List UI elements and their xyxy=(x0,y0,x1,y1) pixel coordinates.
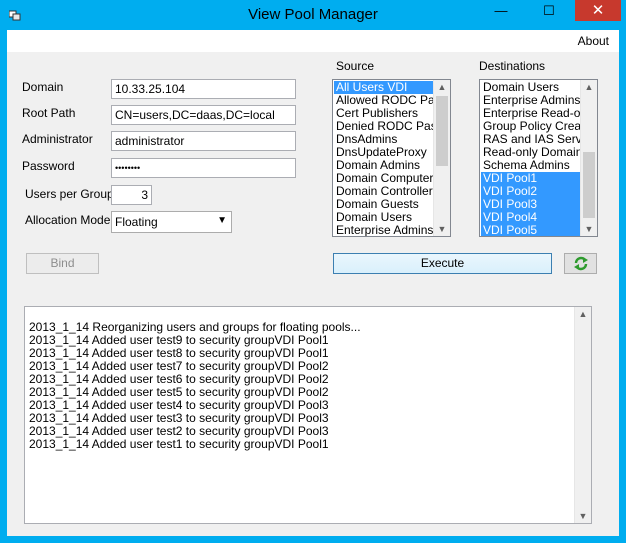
scroll-down-icon[interactable]: ▼ xyxy=(434,222,450,236)
scroll-up-icon[interactable]: ▲ xyxy=(434,80,450,94)
destination-list-item[interactable]: VDI Pool1 xyxy=(481,172,580,185)
source-list-item[interactable]: Domain Computers xyxy=(334,172,433,185)
users-per-group-input[interactable]: 3 xyxy=(111,185,152,205)
source-list-item[interactable]: Denied RODC Passv xyxy=(334,120,433,133)
refresh-icon xyxy=(574,256,588,271)
source-list-item[interactable]: DnsUpdateProxy xyxy=(334,146,433,159)
destinations-items: Domain Users Enterprise Admins Enterprise … xyxy=(481,81,580,236)
log-lines: 2013_1_14 Reorganizing users and groups … xyxy=(29,321,361,451)
execute-button[interactable]: Execute xyxy=(333,253,552,274)
log-output[interactable]: 2013_1_14 Reorganizing users and groups … xyxy=(24,306,592,524)
root-path-input[interactable]: CN=users,DC=daas,DC=local xyxy=(111,105,296,125)
administrator-input[interactable]: administrator xyxy=(111,131,296,151)
menu-about[interactable]: About xyxy=(578,34,609,48)
source-list-item[interactable]: All Users VDI xyxy=(334,81,433,94)
root-path-label: Root Path xyxy=(22,106,76,120)
scroll-down-icon[interactable]: ▼ xyxy=(581,222,597,236)
scroll-thumb[interactable] xyxy=(583,152,595,218)
destination-list-item[interactable]: VDI Pool3 xyxy=(481,198,580,211)
source-list-item[interactable]: Cert Publishers xyxy=(334,107,433,120)
scroll-up-icon[interactable]: ▲ xyxy=(575,307,591,321)
client-area: About Domain 10.33.25.104 Root Path CN=u… xyxy=(7,30,619,536)
source-list-item[interactable]: Domain Admins xyxy=(334,159,433,172)
password-input[interactable]: •••••••• xyxy=(111,158,296,178)
administrator-label: Administrator xyxy=(22,132,93,146)
title-bar[interactable]: View Pool Manager — ☐ ✕ xyxy=(0,0,626,30)
maximize-button[interactable]: ☐ xyxy=(526,0,572,21)
destinations-scrollbar[interactable]: ▲ ▼ xyxy=(580,80,597,236)
source-list-item[interactable]: Domain Guests xyxy=(334,198,433,211)
source-scrollbar[interactable]: ▲ ▼ xyxy=(433,80,450,236)
window-frame: View Pool Manager — ☐ ✕ About Domain 10.… xyxy=(0,0,626,543)
destination-list-item[interactable]: VDI Pool2 xyxy=(481,185,580,198)
chevron-down-icon: ▼ xyxy=(217,215,227,226)
refresh-button[interactable] xyxy=(564,253,597,274)
menu-bar: About xyxy=(7,30,619,52)
destination-list-item[interactable]: VDI Pool4 xyxy=(481,211,580,224)
allocation-model-value: Floating xyxy=(115,215,158,229)
destination-list-item[interactable]: RAS and IAS Server xyxy=(481,133,580,146)
source-list-item[interactable]: Domain Controllers xyxy=(334,185,433,198)
minimize-button[interactable]: — xyxy=(478,0,524,21)
source-list-item[interactable]: Allowed RODC Pass xyxy=(334,94,433,107)
bind-button[interactable]: Bind xyxy=(26,253,99,274)
source-list-item[interactable]: DnsAdmins xyxy=(334,133,433,146)
log-scrollbar[interactable]: ▲ ▼ xyxy=(574,307,591,523)
scroll-thumb[interactable] xyxy=(436,96,448,166)
scroll-up-icon[interactable]: ▲ xyxy=(581,80,597,94)
destination-list-item[interactable]: Enterprise Read-only xyxy=(481,107,580,120)
scroll-down-icon[interactable]: ▼ xyxy=(575,509,591,523)
source-list-item[interactable]: Enterprise Admins xyxy=(334,224,433,236)
destination-list-item[interactable]: Enterprise Admins xyxy=(481,94,580,107)
source-list-item[interactable]: Domain Users xyxy=(334,211,433,224)
domain-label: Domain xyxy=(22,80,64,94)
log-line: 2013_1_14 Added user test1 to security g… xyxy=(29,437,329,451)
destination-list-item[interactable]: Domain Users xyxy=(481,81,580,94)
password-label: Password xyxy=(22,159,75,173)
domain-input[interactable]: 10.33.25.104 xyxy=(111,79,296,99)
destination-list-item[interactable]: Read-only Domain C xyxy=(481,146,580,159)
destination-list-item[interactable]: Schema Admins xyxy=(481,159,580,172)
destinations-label: Destinations xyxy=(479,59,546,73)
destination-list-item[interactable]: Group Policy Creator xyxy=(481,120,580,133)
source-items: All Users VDIAllowed RODC PassCert Publi… xyxy=(334,81,433,236)
allocation-model-label: Allocation Model xyxy=(25,213,114,227)
users-per-group-label: Users per Group xyxy=(25,187,114,201)
source-listbox[interactable]: All Users VDIAllowed RODC PassCert Publi… xyxy=(332,79,451,237)
allocation-model-select[interactable]: Floating ▼ xyxy=(111,211,232,233)
close-button[interactable]: ✕ xyxy=(575,0,621,21)
source-label: Source xyxy=(336,59,375,73)
destination-list-item[interactable]: VDI Pool5 xyxy=(481,224,580,236)
destinations-listbox[interactable]: Domain Users Enterprise Admins Enterprise … xyxy=(479,79,598,237)
